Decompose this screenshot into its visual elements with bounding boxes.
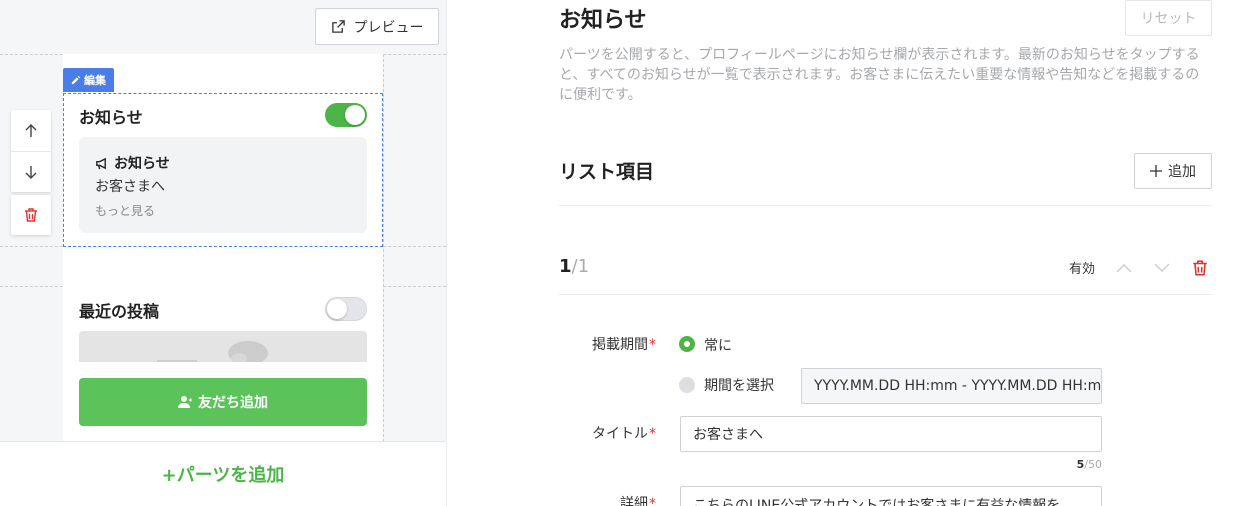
item-total: /1 — [571, 256, 590, 277]
move-controls — [11, 110, 51, 192]
notice-card-heading: お知らせ — [95, 153, 170, 173]
list-items-title: リスト項目 — [559, 161, 655, 183]
add-person-icon — [178, 396, 192, 408]
recent-posts-toggle[interactable] — [325, 297, 367, 321]
move-up-button[interactable] — [11, 110, 51, 151]
pane-divider — [446, 0, 447, 506]
move-item-down-button[interactable] — [1151, 257, 1173, 279]
trash-icon — [25, 208, 37, 222]
notice-card-heading-text: お知らせ — [114, 156, 170, 172]
plus-icon — [1150, 165, 1162, 177]
preview-pane: プレビュー 編集 お知らせ お知らせ お客さまへ もっと見る 最近の投稿 友だち… — [0, 0, 446, 506]
preview-button[interactable]: プレビュー — [315, 8, 439, 45]
detail-label: 詳細* — [620, 496, 656, 506]
title-label: タイトル* — [592, 426, 656, 442]
detail-textarea[interactable]: こちらのLINE公式アカウントではお客さまに有益な情報を — [680, 486, 1102, 506]
notice-toggle[interactable] — [325, 103, 367, 127]
item-counter: 1/1 — [559, 256, 589, 277]
external-link-icon — [331, 20, 345, 33]
add-item-button[interactable]: 追加 — [1134, 153, 1212, 189]
recent-posts-title: 最近の投稿 — [79, 302, 160, 321]
reset-button[interactable]: リセット — [1125, 0, 1212, 36]
chevron-down-icon — [1154, 263, 1170, 272]
add-parts-button[interactable]: +パーツを追加 — [0, 441, 446, 506]
delete-item-button[interactable] — [1189, 257, 1211, 279]
notice-card-more-link[interactable]: もっと見る — [95, 202, 155, 219]
add-item-label: 追加 — [1168, 164, 1196, 180]
edit-tag[interactable]: 編集 — [63, 68, 114, 92]
item-index: 1 — [559, 256, 572, 277]
post-placeholder-image — [79, 331, 367, 362]
period-select-label: 期間を選択 — [704, 378, 774, 394]
item-status: 有効 — [1069, 262, 1096, 277]
arrow-down-icon — [25, 166, 37, 179]
delete-section-button[interactable] — [11, 195, 51, 235]
edit-tag-label: 編集 — [84, 74, 106, 87]
arrow-up-icon — [25, 123, 37, 137]
add-parts-label: +パーツを追加 — [161, 465, 285, 486]
megaphone-icon — [96, 157, 106, 169]
divider — [559, 294, 1212, 295]
title-char-count: 5/50 — [1076, 458, 1102, 471]
move-down-button[interactable] — [11, 151, 51, 192]
notice-card-body: お客さまへ — [95, 179, 165, 195]
period-select-radio[interactable] — [679, 377, 695, 393]
settings-title: お知らせ — [559, 8, 647, 33]
pencil-icon — [71, 75, 81, 85]
title-input[interactable]: お客さまへ — [680, 416, 1102, 452]
period-label: 掲載期間* — [592, 337, 656, 353]
period-always-radio[interactable] — [679, 336, 695, 352]
notice-section-title: お知らせ — [79, 108, 143, 127]
chevron-up-icon — [1116, 264, 1132, 273]
trash-icon — [1193, 260, 1207, 276]
divider — [559, 205, 1212, 206]
period-always-label: 常に — [704, 338, 732, 354]
period-range-input[interactable]: YYYY.MM.DD HH:mm - YYYY.MM.DD HH:mm — [801, 368, 1102, 404]
preview-button-label: プレビュー — [353, 19, 424, 36]
notice-card[interactable]: お知らせ お客さまへ もっと見る — [79, 137, 367, 233]
image-placeholder-icon — [157, 341, 268, 362]
add-friend-label: 友だち追加 — [198, 395, 268, 411]
add-friend-button[interactable]: 友だち追加 — [79, 378, 367, 426]
settings-description: パーツを公開すると、プロフィールページにお知らせ欄が表示されます。最新のお知らせ… — [559, 47, 1200, 103]
guide-line — [383, 54, 384, 442]
move-item-up-button[interactable] — [1113, 257, 1135, 279]
